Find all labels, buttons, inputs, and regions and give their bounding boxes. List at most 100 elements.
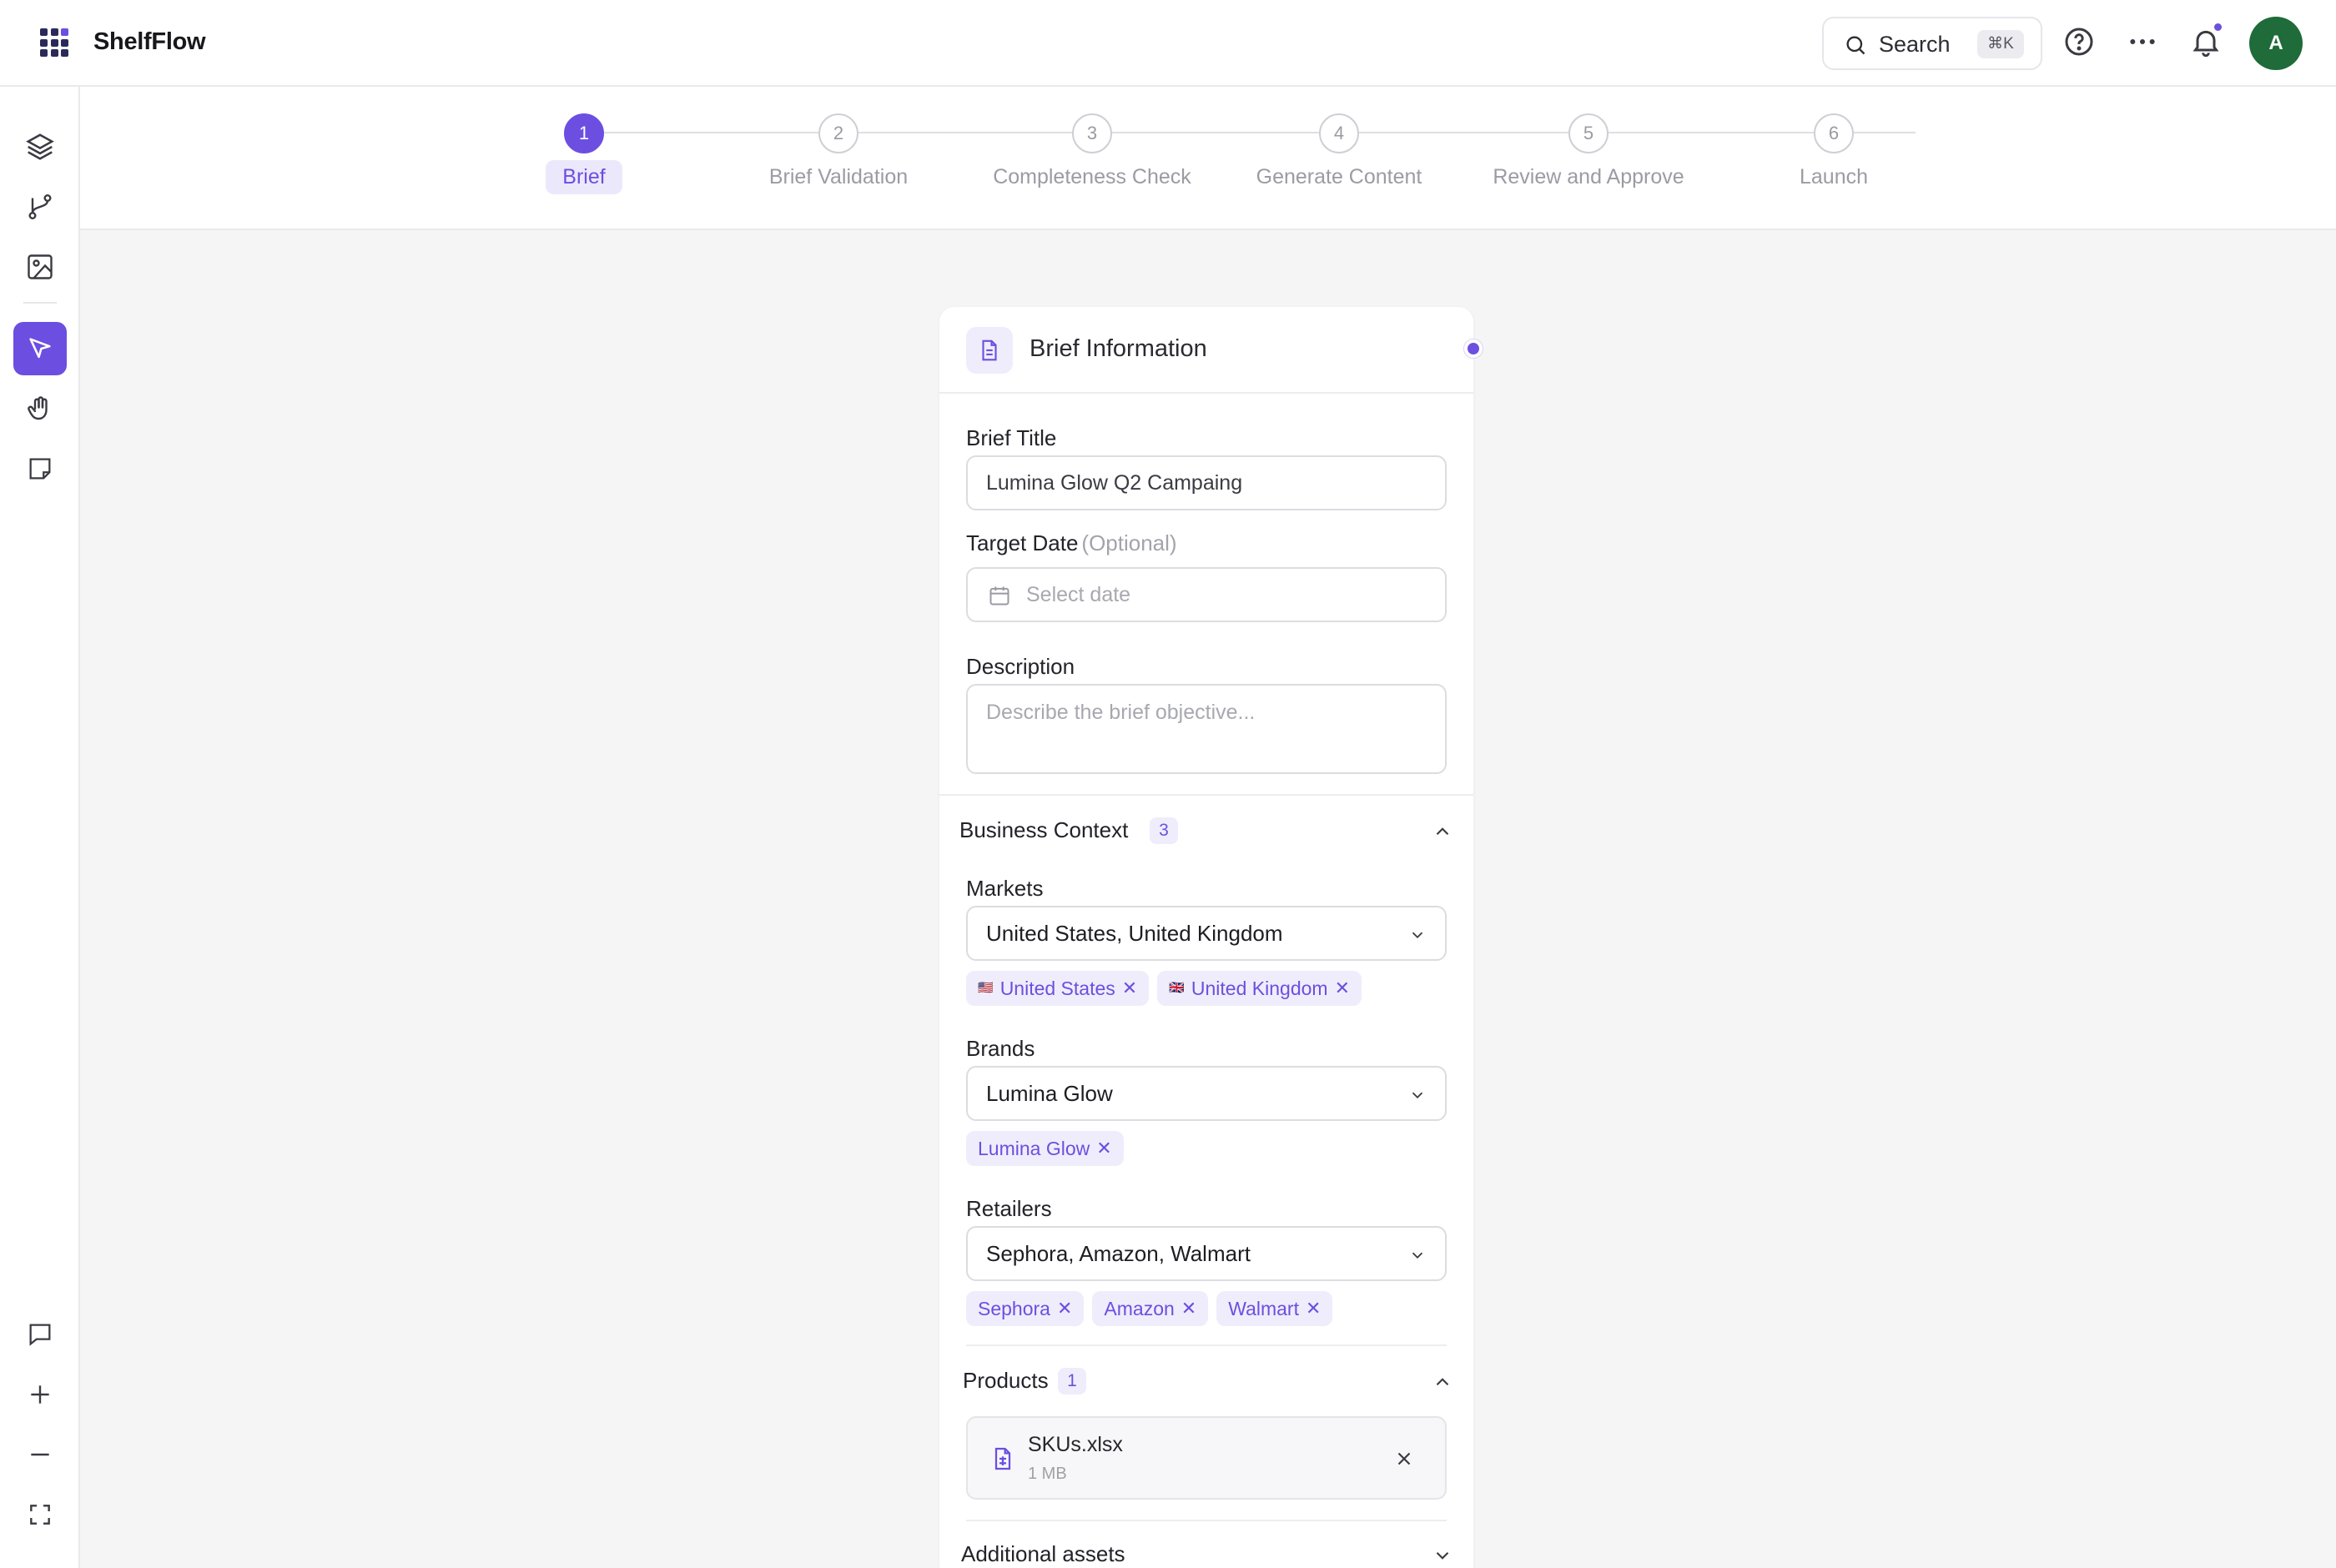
- plus-icon: [31, 1385, 49, 1404]
- fit-screen-button[interactable]: [13, 1488, 67, 1541]
- remove-chip-icon[interactable]: ✕: [1096, 1131, 1111, 1166]
- more-icon[interactable]: [2126, 25, 2159, 58]
- brief-card: Brief Information Brief Title Lumina Glo…: [939, 307, 1473, 1568]
- markets-chips: 🇺🇸 United States ✕ 🇬🇧 United Kingdom ✕: [966, 971, 1362, 1006]
- hand-tool-button[interactable]: [13, 382, 67, 435]
- chevron-up-icon: [1436, 1378, 1449, 1386]
- date-placeholder: Select date: [1026, 583, 1131, 606]
- retailers-select[interactable]: Sephora, Amazon, Walmart: [966, 1226, 1447, 1281]
- fullscreen-icon: [30, 1505, 50, 1525]
- hand-icon: [28, 396, 48, 420]
- step-label: Completeness Check: [993, 165, 1191, 188]
- connection-handle[interactable]: [1464, 339, 1483, 358]
- step-label: Generate Content: [1256, 165, 1422, 188]
- image-icon: [28, 254, 53, 279]
- avatar[interactable]: A: [2249, 17, 2303, 70]
- minus-icon: [31, 1453, 49, 1456]
- search-button[interactable]: Search ⌘K: [1822, 17, 2042, 70]
- step-brief-validation[interactable]: 2 Brief Validation: [713, 113, 964, 189]
- step-generate-content[interactable]: 4 Generate Content: [1214, 113, 1464, 189]
- file-name: SKUs.xlsx: [1028, 1433, 1123, 1456]
- help-icon[interactable]: [2062, 25, 2096, 58]
- calendar-icon: [989, 586, 1009, 606]
- workflow-button[interactable]: [13, 180, 67, 234]
- chip-label: Sephora: [978, 1298, 1050, 1319]
- rail-divider: [23, 302, 57, 304]
- target-date-label: Target Date (Optional): [966, 530, 1177, 555]
- step-number: 1: [564, 113, 604, 153]
- step-completeness-check[interactable]: 3 Completeness Check: [967, 113, 1217, 189]
- chevron-up-icon: [1436, 827, 1449, 836]
- note-button[interactable]: [13, 442, 67, 495]
- markets-label: Markets: [966, 876, 1044, 901]
- brands-label: Brands: [966, 1036, 1035, 1061]
- search-label: Search: [1879, 32, 1951, 57]
- comment-icon: [29, 1324, 51, 1346]
- description-label: Description: [966, 654, 1075, 679]
- section-title: Products: [963, 1368, 1049, 1393]
- section-divider: [966, 1344, 1447, 1346]
- remove-chip-icon[interactable]: ✕: [1181, 1291, 1196, 1326]
- markets-select[interactable]: United States, United Kingdom: [966, 906, 1447, 961]
- card-title: Brief Information: [1030, 335, 1207, 362]
- chevron-down-icon: [1412, 1092, 1423, 1099]
- brief-title-input[interactable]: Lumina Glow Q2 Campaing: [966, 455, 1447, 510]
- step-number: 4: [1319, 113, 1359, 153]
- section-title: Business Context: [959, 817, 1129, 842]
- markets-value: United States, United Kingdom: [986, 921, 1283, 946]
- chip-united-kingdom: 🇬🇧 United Kingdom ✕: [1157, 971, 1362, 1006]
- step-number: 2: [818, 113, 858, 153]
- top-bar: ShelfFlow Search ⌘K A: [0, 0, 2336, 87]
- select-tool-button[interactable]: [13, 322, 67, 375]
- chevron-down-icon: [1412, 1252, 1423, 1259]
- layers-button[interactable]: [13, 120, 67, 173]
- chip-label: United Kingdom: [1191, 977, 1328, 999]
- business-context-header[interactable]: Business Context 3: [959, 811, 1453, 851]
- brands-select[interactable]: Lumina Glow: [966, 1066, 1447, 1121]
- comments-button[interactable]: [13, 1308, 67, 1361]
- app-name: ShelfFlow: [93, 28, 206, 55]
- products-header[interactable]: Products 1: [963, 1361, 1453, 1401]
- retailers-chips: Sephora ✕ Amazon ✕ Walmart ✕: [966, 1291, 1333, 1326]
- search-shortcut: ⌘K: [1977, 30, 2024, 58]
- step-number: 3: [1072, 113, 1112, 153]
- brands-value: Lumina Glow: [986, 1081, 1113, 1106]
- optional-hint: (Optional): [1081, 530, 1177, 555]
- chip-label: United States: [999, 977, 1115, 999]
- sticky-note-icon: [29, 458, 51, 480]
- pointer-icon: [29, 338, 51, 359]
- zoom-in-button[interactable]: [13, 1368, 67, 1421]
- notification-dot: [2214, 23, 2222, 31]
- additional-assets-header[interactable]: Additional assets: [961, 1535, 1453, 1568]
- layers-icon: [26, 133, 54, 160]
- image-button[interactable]: [13, 240, 67, 294]
- chip-label: Lumina Glow: [978, 1138, 1090, 1159]
- step-brief[interactable]: 1 Brief: [459, 113, 709, 194]
- document-icon: [966, 327, 1013, 374]
- close-icon[interactable]: [1393, 1448, 1415, 1470]
- section-divider: [939, 794, 1473, 796]
- remove-chip-icon[interactable]: ✕: [1057, 1291, 1072, 1326]
- section-divider: [966, 1520, 1447, 1521]
- step-label: Brief: [546, 160, 622, 194]
- retailers-label: Retailers: [966, 1196, 1052, 1221]
- remove-chip-icon[interactable]: ✕: [1335, 971, 1350, 1006]
- chevron-down-icon: [1436, 1551, 1449, 1560]
- brief-title-label: Brief Title: [966, 425, 1057, 450]
- step-review-and-approve[interactable]: 5 Review and Approve: [1463, 113, 1714, 189]
- app-launcher-icon[interactable]: [40, 28, 68, 57]
- step-launch[interactable]: 6 Launch: [1709, 113, 1959, 189]
- file-size: 1 MB: [1028, 1465, 1067, 1483]
- target-date-picker[interactable]: Select date: [966, 567, 1447, 622]
- remove-chip-icon[interactable]: ✕: [1306, 1291, 1321, 1326]
- zoom-out-button[interactable]: [13, 1428, 67, 1481]
- left-rail: [0, 87, 80, 1568]
- chip-sephora: Sephora ✕: [966, 1291, 1085, 1326]
- brands-chips: Lumina Glow ✕: [966, 1131, 1124, 1166]
- description-textarea[interactable]: Describe the brief objective...: [966, 684, 1447, 774]
- step-number: 6: [1814, 113, 1854, 153]
- chip-amazon: Amazon ✕: [1092, 1291, 1209, 1326]
- count-badge: 1: [1058, 1368, 1086, 1395]
- remove-chip-icon[interactable]: ✕: [1122, 971, 1137, 1006]
- chip-walmart: Walmart ✕: [1216, 1291, 1333, 1326]
